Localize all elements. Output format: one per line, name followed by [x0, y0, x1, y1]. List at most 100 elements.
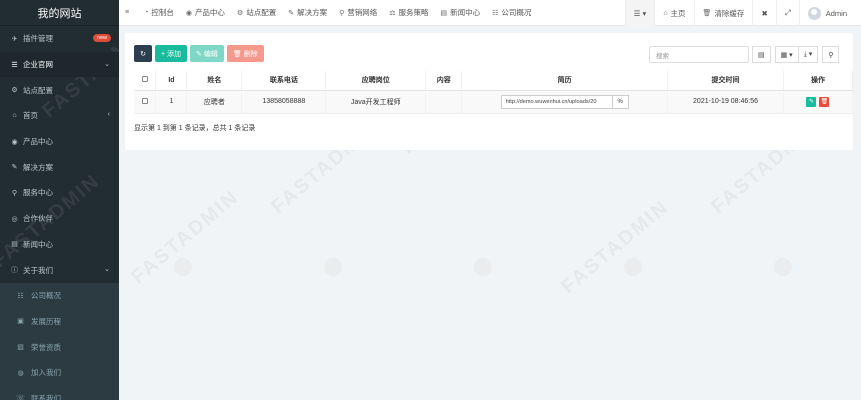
sidebar-item-icon: ▤ — [11, 241, 18, 249]
sidebar-item-icon: ⚲ — [11, 189, 18, 197]
trash-icon: 🗑 — [702, 10, 712, 17]
top-nav-item-icon: ▤ — [440, 9, 448, 17]
sidebar-item-label: 荣誉资质 — [31, 342, 61, 352]
nav-menu-dropdown[interactable]: ☰ ▾ — [624, 0, 655, 26]
top-nav-item[interactable]: ◉ 产品中心 — [180, 0, 231, 26]
column-header-actions: 操作 — [783, 71, 854, 91]
sidebar-item[interactable]: ☏ 联系我们 — [0, 385, 119, 400]
column-header-content[interactable]: 内容 — [425, 71, 463, 91]
edit-button[interactable]: ✎ 编辑 — [190, 45, 224, 62]
column-header-phone[interactable]: 联系电话 — [241, 71, 327, 91]
top-nav-item[interactable]: ⚖ 服务策略 — [383, 0, 434, 26]
clear-cache-button[interactable]: 🗑 清除缓存 — [693, 0, 753, 26]
sidebar-item[interactable]: ⚲ 服务中心 — [0, 180, 119, 206]
top-nav-item[interactable]: ◔ 控制台 — [138, 0, 180, 26]
sidebar-item[interactable]: ⓘ 关于我们 ⌄ — [0, 257, 119, 283]
home-label: 主页 — [670, 8, 686, 18]
sidebar-item[interactable]: ⌂ 首页 ‹ — [0, 103, 119, 129]
top-nav-item[interactable]: ▤ 新闻中心 — [435, 0, 487, 26]
nav-home-link[interactable]: ⌂ 主页 — [654, 0, 693, 26]
top-nav-item[interactable]: ⚲ 营销网络 — [333, 0, 383, 26]
site-logo[interactable]: 我的网站 — [0, 0, 119, 26]
sidebar-item-icon: ▨ — [17, 344, 24, 352]
sidebar-item-icon: ◍ — [17, 369, 24, 377]
resume-url-input[interactable]: http://demo.wuwenhui.cn/uploads/20 — [500, 94, 613, 109]
sidebar-item[interactable]: ◍ 加入我们 — [0, 359, 119, 386]
sidebar-item-icon: ◉ — [11, 138, 18, 146]
add-button[interactable]: + 添加 — [155, 45, 188, 62]
translate-icon: ✖ — [761, 8, 768, 18]
row-edit-button[interactable]: ✎ — [806, 96, 817, 107]
top-nav-item-label: 产品中心 — [194, 8, 225, 17]
advanced-search-button[interactable]: ⚲ — [822, 46, 840, 63]
column-header-name[interactable]: 姓名 — [186, 71, 243, 91]
top-nav-right: ☰ ▾ ⌂ 主页 🗑 清除缓存 ✖ ⤢ Admin — [624, 0, 861, 26]
data-panel: ↻ + 添加 ✎ 编辑 🗑 删除 搜索 ▤ ▦ ▾ ⤓ ▾ ⚲ Id 姓名 联系… — [125, 33, 854, 150]
sidebar-item-label: 首页 — [23, 111, 38, 121]
top-nav-item[interactable]: ☷ 公司概况 — [486, 0, 537, 26]
toggle-view-button[interactable]: ▤ — [752, 46, 771, 63]
top-nav-item-icon: ☷ — [492, 9, 499, 17]
sidebar-item-label: 新闻中心 — [23, 239, 53, 249]
columns-button[interactable]: ▦ ▾ — [774, 46, 799, 63]
table-row: 1 应聘者 13858058888 Java开发工程师 http://demo.… — [134, 90, 854, 114]
search-icon: ⚲ — [828, 51, 834, 59]
sidebar-item-icon: ⚙ — [11, 87, 18, 95]
delete-button[interactable]: 🗑 删除 — [226, 45, 264, 62]
sidebar-item[interactable]: ✈ 插件管理 new — [0, 26, 119, 52]
sidebar-item-icon: ☰ — [11, 61, 18, 69]
data-table: Id 姓名 联系电话 应聘岗位 内容 简历 提交时间 操作 1 应聘者 1385… — [134, 71, 854, 114]
refresh-button[interactable]: ↻ — [134, 45, 152, 62]
sidebar-item-label: 产品中心 — [23, 137, 53, 147]
user-menu[interactable]: Admin — [798, 0, 861, 26]
sidebar-item-icon: ▣ — [17, 318, 24, 326]
pagination-info: 显示第 1 到第 1 条记录，总共 1 条记录 — [134, 125, 256, 132]
columns-icon: ▦ ▾ — [780, 51, 793, 59]
sidebar-item[interactable]: ▨ 荣誉资质 — [0, 334, 119, 360]
row-checkbox-cell[interactable] — [134, 90, 157, 114]
row-checkbox[interactable] — [141, 97, 148, 104]
cell-actions: ✎ 🗑 — [783, 90, 854, 114]
sidebar-item[interactable]: ☷ 公司概况 — [0, 282, 119, 309]
column-header-resume[interactable]: 简历 — [461, 71, 669, 91]
top-nav-item[interactable]: ⚙ 站点配置 — [231, 0, 282, 26]
resume-link-button[interactable]: % — [612, 94, 629, 109]
top-nav-item-label: 新闻中心 — [450, 8, 481, 17]
select-all-checkbox-cell[interactable] — [134, 71, 157, 91]
top-nav-item-icon: ◔ — [144, 9, 149, 16]
watermark-logo — [174, 258, 192, 276]
top-nav-item-icon: ⚙ — [236, 9, 244, 17]
sidebar-item-label: 发展历程 — [31, 316, 61, 326]
delete-icon: 🗑 — [820, 99, 829, 105]
search-input[interactable]: 搜索 — [649, 46, 749, 63]
select-all-checkbox[interactable] — [141, 76, 148, 83]
sidebar-item-label: 加入我们 — [31, 368, 61, 378]
top-nav-item-label: 控制台 — [151, 8, 174, 17]
top-nav-item[interactable]: ✎ 解决方案 — [282, 0, 333, 26]
sidebar-item-label: 站点配置 — [23, 85, 53, 95]
table-toolbar: ↻ + 添加 ✎ 编辑 🗑 删除 — [134, 45, 264, 62]
top-nav-item-icon: ✎ — [288, 9, 295, 17]
top-nav-item-icon: ◉ — [185, 9, 192, 17]
chevron-icon: ⌄ — [104, 60, 110, 68]
user-name: Admin — [825, 8, 847, 18]
row-delete-button[interactable]: 🗑 — [819, 96, 830, 107]
sidebar-toggle-button[interactable]: ≡ — [119, 0, 138, 26]
export-button[interactable]: ⤓ ▾ — [797, 46, 819, 63]
cell-resume: http://demo.wuwenhui.cn/uploads/20 % — [461, 90, 669, 114]
fullscreen-button[interactable]: ⤢ — [775, 0, 799, 26]
main-content: FASTADMIN FASTADMIN FASTADMIN FASTADMIN … — [119, 26, 861, 400]
watermark: FASTADMIN — [557, 195, 674, 299]
column-header-position[interactable]: 应聘岗位 — [325, 71, 427, 91]
sidebar-item[interactable]: ◎ 合作伙伴 — [0, 206, 119, 232]
sidebar-item[interactable]: ▤ 新闻中心 — [0, 232, 119, 258]
column-header-submit-time[interactable]: 提交时间 — [667, 71, 784, 91]
translate-button[interactable]: ✖ — [752, 0, 775, 26]
sidebar-item[interactable]: ◉ 产品中心 — [0, 129, 119, 155]
sidebar-item[interactable]: ⚙ 站点配置 — [0, 77, 119, 103]
sidebar-item[interactable]: ☰ 企业官网 ⌄ — [0, 51, 119, 78]
column-header-id[interactable]: Id — [155, 71, 188, 91]
sidebar-item-icon: ☏ — [16, 395, 25, 400]
sidebar-item[interactable]: ✎ 解决方案 — [0, 154, 119, 180]
sidebar-item[interactable]: ▣ 发展历程 — [0, 308, 119, 335]
